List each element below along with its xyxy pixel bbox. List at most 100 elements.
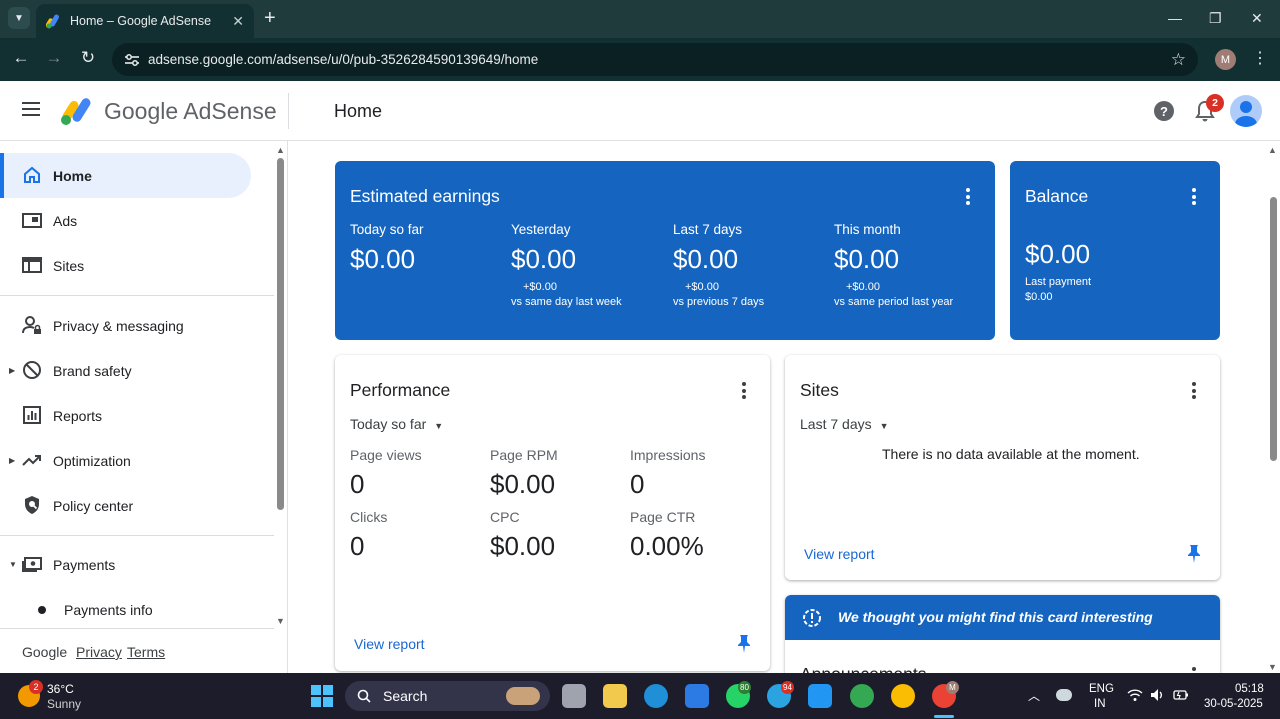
browser-profile-avatar[interactable]: M	[1215, 49, 1236, 70]
stat-compare: vs same period last year	[834, 296, 954, 308]
chrome-profile-icon[interactable]	[891, 684, 915, 708]
file-explorer-icon[interactable]	[603, 684, 627, 708]
tab-close-icon[interactable]: ✕	[232, 13, 244, 30]
metric-label: Page RPM	[490, 447, 558, 463]
sidebar-item-home[interactable]: Home	[0, 153, 251, 198]
main-scrollbar[interactable]	[1270, 197, 1277, 461]
show-hidden-icons-icon[interactable]: ︿	[1028, 687, 1040, 704]
browser-tab[interactable]: Home – Google AdSense ✕	[36, 4, 254, 38]
expand-caret-icon[interactable]: ▶	[9, 456, 15, 465]
last-payment-value: $0.00	[1025, 291, 1053, 303]
taskbar-search-box[interactable]: Search	[345, 681, 550, 711]
language-bottom: IN	[1094, 698, 1106, 710]
windows-start-icon[interactable]	[311, 685, 333, 707]
edge-browser-icon[interactable]	[644, 684, 668, 708]
stat-label: Today so far	[350, 222, 424, 237]
minimize-icon[interactable]: —	[1168, 10, 1182, 26]
stat-value: $0.00	[834, 244, 900, 274]
sidebar-item-label: Sites	[53, 257, 85, 274]
more-options-icon[interactable]	[966, 188, 970, 208]
sidebar-item-privacy-messaging[interactable]: Privacy & messaging	[0, 303, 251, 348]
sidebar-item-label: Privacy & messaging	[53, 317, 184, 334]
metric-label: Page views	[350, 447, 422, 463]
sidebar-item-reports[interactable]: Reports	[0, 393, 251, 438]
last-payment-label: Last payment	[1025, 276, 1092, 288]
chrome-profile-badge: M	[946, 681, 959, 694]
clock-time[interactable]: 05:18	[1235, 683, 1264, 695]
search-icon	[357, 689, 371, 703]
sidebar-scrollbar[interactable]	[277, 158, 284, 510]
scroll-down-arrow-icon[interactable]: ▼	[1268, 662, 1277, 672]
metric-value: $0.00	[490, 469, 556, 499]
metric-value: $0.00	[490, 531, 556, 561]
notification-badge: 2	[1206, 94, 1224, 112]
period-dropdown-value: Today so far	[350, 416, 427, 432]
bullet-icon	[38, 606, 46, 614]
site-info-icon[interactable]	[124, 53, 140, 67]
period-dropdown-value: Last 7 days	[800, 416, 872, 432]
onedrive-icon[interactable]	[1056, 689, 1072, 701]
back-icon[interactable]: ←	[10, 48, 32, 68]
more-options-icon[interactable]	[1192, 188, 1196, 208]
reload-icon[interactable]: ↻	[77, 48, 99, 68]
trending-icon	[22, 455, 41, 466]
more-options-icon[interactable]	[742, 382, 746, 402]
stat-value: $0.00	[511, 244, 577, 274]
pin-icon[interactable]	[1187, 544, 1201, 564]
sidebar-divider	[0, 295, 274, 296]
footer-privacy-link[interactable]: Privacy	[76, 644, 122, 660]
header-divider	[288, 93, 289, 129]
restore-icon[interactable]: ❐	[1209, 10, 1222, 27]
sidebar-item-sites[interactable]: Sites	[0, 243, 251, 288]
browser-toolbar: ← → ↻ adsense.google.com/adsense/u/0/pub…	[0, 38, 1280, 81]
estimated-earnings-card: Estimated earnings Today so far $0.00 Ye…	[335, 161, 995, 340]
stat-label: This month	[834, 222, 901, 237]
sidebar-divider	[0, 535, 274, 536]
sidebar-item-optimization[interactable]: ▶ Optimization	[0, 438, 251, 483]
period-dropdown[interactable]: Last 7 days ▼	[800, 416, 889, 432]
notepad-icon[interactable]	[808, 684, 832, 708]
clock-date[interactable]: 30-05-2025	[1204, 698, 1263, 710]
expand-caret-icon[interactable]: ▶	[9, 366, 15, 375]
active-app-indicator	[934, 715, 954, 718]
scroll-up-arrow-icon[interactable]: ▲	[1268, 145, 1277, 155]
main-menu-icon[interactable]	[22, 102, 40, 116]
task-view-icon[interactable]	[562, 684, 586, 708]
new-tab-icon[interactable]: +	[264, 8, 276, 28]
stat-compare: vs same day last week	[511, 296, 622, 308]
forward-icon[interactable]: →	[43, 48, 65, 68]
footer-terms-link[interactable]: Terms	[127, 644, 165, 660]
sidebar-item-policy-center[interactable]: Policy center	[0, 483, 251, 528]
bookmark-star-icon[interactable]: ☆	[1171, 50, 1186, 70]
language-top[interactable]: ENG	[1089, 683, 1114, 695]
browser-menu-icon[interactable]: ⋮	[1252, 48, 1268, 68]
scroll-down-arrow-icon[interactable]: ▼	[276, 616, 285, 626]
adsense-logo-icon	[61, 98, 91, 125]
sidebar-item-payments[interactable]: ▼ Payments	[0, 542, 251, 587]
suggestion-banner: We thought you might find this card inte…	[785, 595, 1220, 640]
wifi-icon[interactable]	[1127, 688, 1143, 702]
help-icon[interactable]: ?	[1154, 101, 1174, 121]
more-options-icon[interactable]	[1192, 382, 1196, 402]
scroll-up-arrow-icon[interactable]: ▲	[276, 145, 285, 155]
sidebar-item-brand-safety[interactable]: ▶ Brand safety	[0, 348, 251, 393]
collapse-caret-icon[interactable]: ▼	[9, 560, 17, 569]
period-dropdown[interactable]: Today so far ▼	[350, 416, 443, 432]
weather-condition: Sunny	[47, 697, 82, 711]
store-icon[interactable]	[685, 684, 709, 708]
pin-icon[interactable]	[737, 634, 751, 654]
window-close-icon[interactable]: ✕	[1251, 10, 1263, 27]
account-avatar[interactable]	[1230, 95, 1262, 127]
view-report-link[interactable]: View report	[804, 546, 875, 562]
stat-value: $0.00	[673, 244, 739, 274]
chrome-icon[interactable]	[850, 684, 874, 708]
home-icon	[24, 166, 40, 183]
sidebar-item-ads[interactable]: Ads	[0, 198, 251, 243]
battery-icon[interactable]	[1173, 688, 1189, 702]
telegram-badge: 94	[781, 681, 794, 694]
view-report-link[interactable]: View report	[354, 636, 425, 652]
tab-search-chevron-icon[interactable]: ▼	[8, 7, 30, 29]
card-title: Estimated earnings	[350, 186, 500, 206]
volume-icon[interactable]	[1150, 688, 1166, 702]
address-bar[interactable]: adsense.google.com/adsense/u/0/pub-35262…	[112, 43, 1198, 76]
